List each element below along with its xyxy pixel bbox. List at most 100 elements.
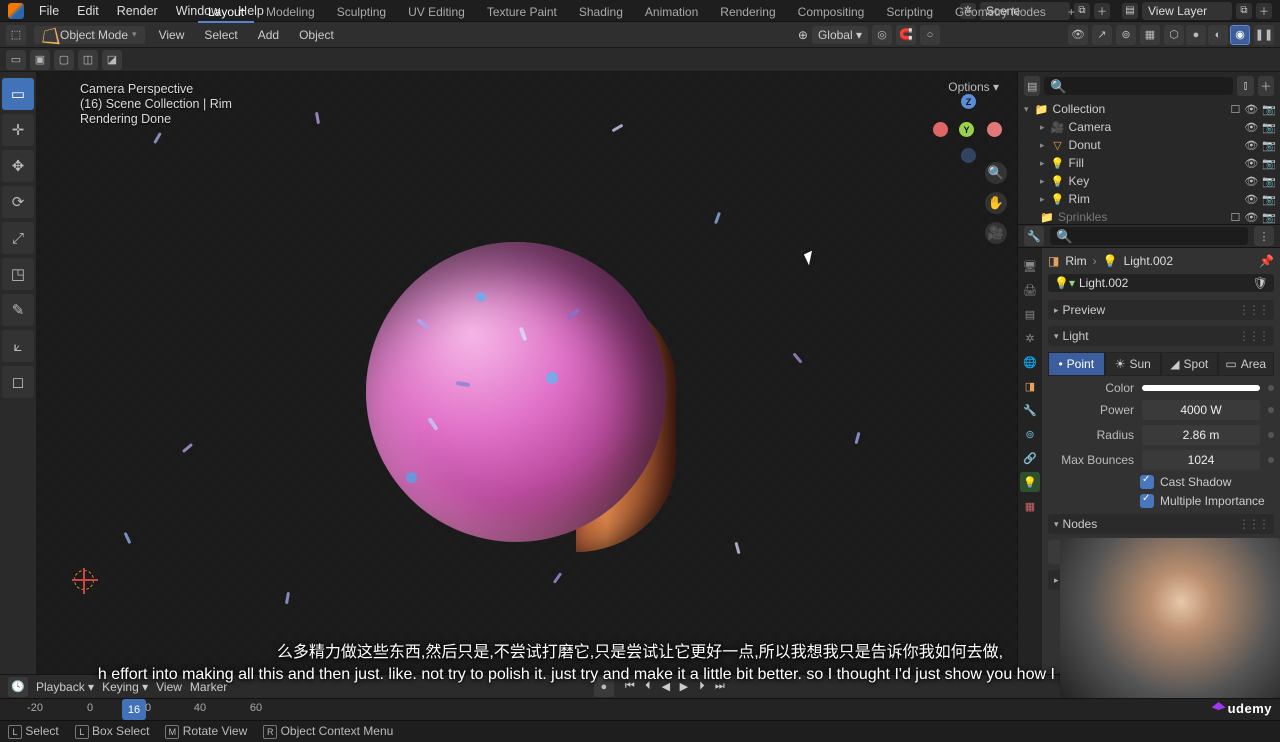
gizmo-toggle-icon[interactable]: ↗ (1092, 25, 1112, 45)
ptab-render-icon[interactable]: 🖥 (1020, 256, 1040, 276)
viewlayer-name-input[interactable] (1142, 2, 1232, 20)
timeline-ruler[interactable]: -20 0 16 0 40 60 (0, 698, 1280, 720)
outliner-rim[interactable]: Rim (1069, 192, 1090, 206)
viewlayer-selector[interactable]: ▤ ⧉ ＋ (1122, 2, 1272, 20)
ptab-output-icon[interactable]: 🖨 (1020, 280, 1040, 300)
outliner-sprinkles[interactable]: Sprinkles (1058, 210, 1107, 224)
select-box-icon[interactable]: ▭ (6, 50, 26, 70)
viewport-pan-icon[interactable]: ✋ (985, 192, 1007, 214)
render-toggle[interactable]: 📷 (1262, 103, 1276, 116)
visibility-icon[interactable]: 👁 (1068, 25, 1088, 45)
pivot-icon[interactable]: ◎ (872, 25, 892, 45)
radius-value[interactable]: 2.86 m (1142, 425, 1260, 445)
viewport-menu-add[interactable]: Add (252, 26, 285, 44)
tab-animation[interactable]: Animation (635, 3, 708, 23)
select-subtract-icon[interactable]: ▢ (54, 50, 74, 70)
gizmo-neg-x[interactable] (987, 122, 1002, 137)
outliner-collection[interactable]: Collection (1053, 102, 1106, 116)
tab-compositing[interactable]: Compositing (788, 3, 875, 23)
panel-nodes[interactable]: ▾Nodes⋮⋮⋮ (1048, 514, 1274, 534)
viewport-menu-object[interactable]: Object (293, 26, 340, 44)
power-value[interactable]: 4000 W (1142, 400, 1260, 420)
proportional-icon[interactable]: ○ (920, 25, 940, 45)
viewport-camera-icon[interactable]: 🎥 (985, 222, 1007, 244)
properties-options-icon[interactable]: ⋮ (1254, 226, 1274, 246)
light-type-area[interactable]: ▭Area (1218, 352, 1275, 376)
outliner-display-mode-icon[interactable]: ▤ (1024, 76, 1040, 96)
panel-light[interactable]: ▾Light⋮⋮⋮ (1048, 326, 1274, 346)
multiple-importance-checkbox[interactable] (1140, 494, 1154, 508)
tool-select-box[interactable]: ▭ (2, 78, 34, 110)
crumb-object[interactable]: Rim (1065, 254, 1086, 268)
gizmo-y-axis[interactable]: Y (959, 122, 974, 137)
tool-transform[interactable]: ◳ (2, 258, 34, 290)
tool-add-cube[interactable]: ◻ (2, 366, 34, 398)
ptab-physics-icon[interactable]: ⊚ (1020, 424, 1040, 444)
maxbounces-value[interactable]: 1024 (1142, 450, 1260, 470)
restrict-toggle[interactable]: ☐ (1230, 103, 1240, 116)
tool-annotate[interactable]: ✎ (2, 294, 34, 326)
tab-sculpting[interactable]: Sculpting (327, 3, 396, 23)
menu-edit[interactable]: Edit (68, 2, 108, 20)
overlay-toggle-icon[interactable]: ⊚ (1116, 25, 1136, 45)
xray-icon[interactable]: ▦ (1140, 25, 1160, 45)
gizmo-x-axis[interactable] (933, 122, 948, 137)
mode-selector[interactable]: Object Mode ▾ (34, 26, 145, 44)
select-extend-icon[interactable]: ▣ (30, 50, 50, 70)
outliner-search-input[interactable] (1044, 77, 1233, 95)
tab-shading[interactable]: Shading (569, 3, 633, 23)
tool-cursor[interactable]: ✛ (2, 114, 34, 146)
pause-icon[interactable]: ❚❚ (1254, 25, 1274, 45)
tab-layout[interactable]: Layout (198, 3, 254, 23)
tab-rendering[interactable]: Rendering (710, 3, 785, 23)
crumb-data[interactable]: Light.002 (1124, 254, 1173, 268)
outliner-filter-icon[interactable]: ⫾ (1237, 76, 1253, 96)
tab-geometry-nodes[interactable]: Geometry Nodes (945, 3, 1056, 23)
anim-dot[interactable] (1268, 457, 1274, 463)
light-type-point[interactable]: •Point (1048, 352, 1105, 376)
tab-modeling[interactable]: Modeling (256, 3, 325, 23)
ptab-texture-icon[interactable]: ▦ (1020, 496, 1040, 516)
menu-render[interactable]: Render (108, 2, 167, 20)
navigation-gizmo[interactable]: Y Z (939, 90, 995, 146)
gizmo-z-axis[interactable]: Z (961, 94, 976, 109)
anim-dot[interactable] (1268, 407, 1274, 413)
properties-search-input[interactable] (1050, 227, 1248, 245)
ptab-object-icon[interactable]: ◨ (1020, 376, 1040, 396)
ptab-data-light-icon[interactable]: 💡 (1020, 472, 1040, 492)
light-type-sun[interactable]: ☀Sun (1105, 352, 1162, 376)
shading-rendered-icon[interactable]: ◉ (1230, 25, 1250, 45)
tool-scale[interactable]: ⤢ (2, 222, 34, 254)
anim-dot[interactable] (1268, 385, 1274, 391)
hide-toggle[interactable]: 👁 (1244, 103, 1258, 116)
select-invert-icon[interactable]: ◪ (102, 50, 122, 70)
datablock-light-icon[interactable]: 💡▾ (1054, 276, 1075, 290)
menu-file[interactable]: File (30, 2, 68, 20)
light-name-input[interactable] (1079, 276, 1249, 290)
scene-new-icon[interactable]: ＋ (1094, 3, 1110, 19)
cast-shadow-checkbox[interactable] (1140, 475, 1154, 489)
editor-type-icon[interactable]: ⬚ (6, 25, 26, 45)
tab-texture-paint[interactable]: Texture Paint (477, 3, 567, 23)
panel-preview[interactable]: ▸Preview⋮⋮⋮ (1048, 300, 1274, 320)
color-value[interactable] (1142, 385, 1260, 391)
outliner-panel[interactable]: ▤ ⫾ ＋ 📁Collection☐👁📷 🎥Camera👁📷 ▽Donut👁📷 … (1018, 72, 1280, 224)
tool-rotate[interactable]: ⟳ (2, 186, 34, 218)
light-type-spot[interactable]: ◢Spot (1161, 352, 1218, 376)
orientation-icon[interactable]: ⊕ (798, 28, 808, 42)
tool-measure[interactable]: ⟀ (2, 330, 34, 362)
viewlayer-new-icon[interactable]: ＋ (1256, 3, 1272, 19)
tab-add-workspace[interactable]: + (1058, 3, 1085, 23)
fake-user-icon[interactable]: 🛡 (1253, 276, 1268, 290)
snap-icon[interactable]: 🧲 (896, 25, 916, 45)
outliner-fill[interactable]: Fill (1069, 156, 1084, 170)
ptab-constraint-icon[interactable]: 🔗 (1020, 448, 1040, 468)
select-intersect-icon[interactable]: ◫ (78, 50, 98, 70)
shading-solid-icon[interactable]: ● (1186, 25, 1206, 45)
outliner-camera[interactable]: Camera (1069, 120, 1112, 134)
tool-move[interactable]: ✥ (2, 150, 34, 182)
ptab-world-icon[interactable]: 🌐 (1020, 352, 1040, 372)
outliner-new-collection-icon[interactable]: ＋ (1258, 76, 1274, 96)
outliner-donut[interactable]: Donut (1069, 138, 1101, 152)
outliner-key[interactable]: Key (1069, 174, 1090, 188)
